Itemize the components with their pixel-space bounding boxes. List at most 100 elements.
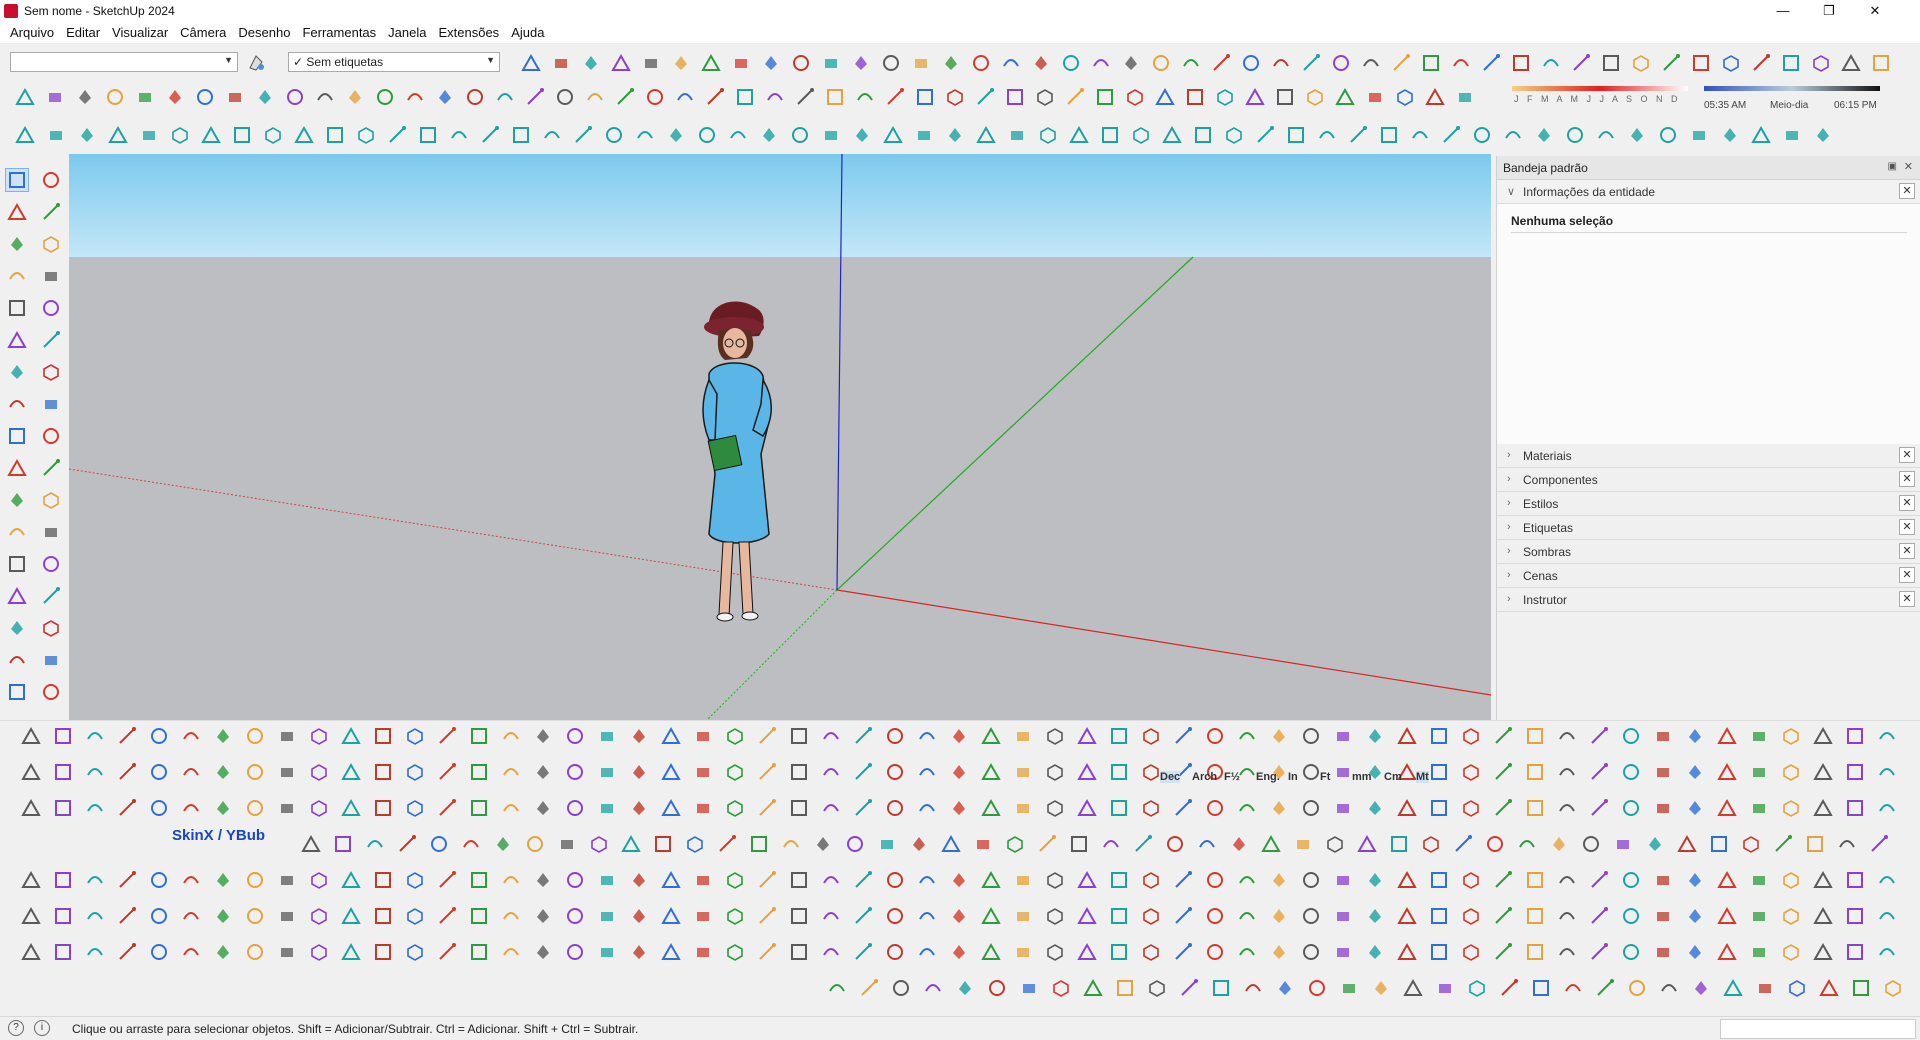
line-icon[interactable] — [852, 797, 874, 819]
line-icon[interactable] — [40, 585, 62, 607]
diamond-icon[interactable] — [948, 941, 970, 963]
block-icon[interactable] — [276, 905, 298, 927]
square-icon[interactable] — [1844, 761, 1866, 783]
circle-icon[interactable] — [789, 124, 811, 146]
circle-icon[interactable] — [1484, 833, 1506, 855]
arc-icon[interactable] — [1242, 977, 1264, 999]
diamond-icon[interactable] — [1626, 124, 1648, 146]
box-icon[interactable] — [1214, 86, 1236, 108]
square-icon[interactable] — [1420, 52, 1442, 74]
arc-icon[interactable] — [500, 941, 522, 963]
square-icon[interactable] — [52, 941, 74, 963]
diamond-icon[interactable] — [948, 761, 970, 783]
diamond-icon[interactable] — [1690, 977, 1712, 999]
circle-icon[interactable] — [1330, 52, 1352, 74]
square-icon[interactable] — [788, 869, 810, 891]
line-icon[interactable] — [40, 457, 62, 479]
box-icon[interactable] — [1460, 869, 1482, 891]
triangle-icon[interactable] — [1068, 124, 1090, 146]
arc-icon[interactable] — [1180, 52, 1202, 74]
arc-icon[interactable] — [1836, 833, 1858, 855]
arc-icon[interactable] — [634, 124, 656, 146]
arc-icon[interactable] — [1100, 833, 1122, 855]
box-icon[interactable] — [308, 869, 330, 891]
circle-icon[interactable] — [1626, 977, 1648, 999]
block-icon[interactable] — [1012, 797, 1034, 819]
arc-icon[interactable] — [820, 869, 842, 891]
circle-icon[interactable] — [194, 86, 216, 108]
diamond-icon[interactable] — [1364, 905, 1386, 927]
line-icon[interactable] — [396, 833, 418, 855]
square-icon[interactable] — [1108, 869, 1130, 891]
diamond-icon[interactable] — [665, 124, 687, 146]
viewport[interactable] — [69, 154, 1491, 720]
line-icon[interactable] — [436, 725, 458, 747]
line-icon[interactable] — [1594, 977, 1616, 999]
menu-janela[interactable]: Janela — [382, 22, 432, 42]
line-icon[interactable] — [614, 86, 636, 108]
diamond-icon[interactable] — [580, 52, 602, 74]
circle-icon[interactable] — [40, 553, 62, 575]
box-icon[interactable] — [1780, 869, 1802, 891]
block-icon[interactable] — [1781, 124, 1803, 146]
line-icon[interactable] — [1588, 941, 1610, 963]
line-icon[interactable] — [1172, 797, 1194, 819]
diamond-icon[interactable] — [948, 869, 970, 891]
arc-icon[interactable] — [1556, 761, 1578, 783]
triangle-icon[interactable] — [1812, 905, 1834, 927]
box-icon[interactable] — [1140, 941, 1162, 963]
diamond-icon[interactable] — [1548, 833, 1570, 855]
arc-icon[interactable] — [84, 941, 106, 963]
box-icon[interactable] — [1882, 977, 1904, 999]
circle-icon[interactable] — [564, 869, 586, 891]
close-icon[interactable]: ✕ — [1899, 543, 1915, 559]
diamond-icon[interactable] — [758, 124, 780, 146]
circle-icon[interactable] — [884, 941, 906, 963]
line-icon[interactable] — [1132, 833, 1154, 855]
arc-icon[interactable] — [1876, 761, 1898, 783]
circle-icon[interactable] — [1204, 869, 1226, 891]
geo-location-icon[interactable]: ? — [8, 1020, 24, 1036]
diamond-icon[interactable] — [74, 86, 96, 108]
diamond-icon[interactable] — [1364, 725, 1386, 747]
diamond-icon[interactable] — [628, 869, 650, 891]
circle-icon[interactable] — [374, 86, 396, 108]
block-icon[interactable] — [692, 941, 714, 963]
square-icon[interactable] — [332, 833, 354, 855]
diamond-icon[interactable] — [532, 797, 554, 819]
block-icon[interactable] — [1754, 977, 1776, 999]
circle-icon[interactable] — [884, 725, 906, 747]
line-icon[interactable] — [756, 725, 778, 747]
line-icon[interactable] — [116, 797, 138, 819]
square-icon[interactable] — [1844, 797, 1866, 819]
line-icon[interactable] — [1064, 86, 1086, 108]
triangle-icon[interactable] — [660, 797, 682, 819]
diamond-icon[interactable] — [1684, 797, 1706, 819]
line-icon[interactable] — [1390, 52, 1412, 74]
block-icon[interactable] — [910, 52, 932, 74]
circle-icon[interactable] — [1657, 124, 1679, 146]
minimize-icon[interactable]: — — [1760, 0, 1806, 22]
panel-instrutor[interactable]: › Instrutor ✕ — [1497, 588, 1920, 612]
square-icon[interactable] — [1708, 833, 1730, 855]
block-icon[interactable] — [1652, 761, 1674, 783]
line-icon[interactable] — [479, 124, 501, 146]
triangle-icon[interactable] — [340, 797, 362, 819]
square-icon[interactable] — [1068, 833, 1090, 855]
square-icon[interactable] — [1428, 941, 1450, 963]
square-icon[interactable] — [52, 905, 74, 927]
block-icon[interactable] — [40, 649, 62, 671]
line-icon[interactable] — [1300, 52, 1322, 74]
arc-icon[interactable] — [820, 941, 842, 963]
circle-icon[interactable] — [844, 833, 866, 855]
circle-icon[interactable] — [970, 52, 992, 74]
arc-icon[interactable] — [584, 86, 606, 108]
square-icon[interactable] — [468, 725, 490, 747]
circle-icon[interactable] — [148, 797, 170, 819]
arc-icon[interactable] — [84, 905, 106, 927]
box-icon[interactable] — [1044, 761, 1066, 783]
line-icon[interactable] — [524, 86, 546, 108]
box-icon[interactable] — [1223, 124, 1245, 146]
square-icon[interactable] — [6, 297, 28, 319]
box-icon[interactable] — [1140, 761, 1162, 783]
